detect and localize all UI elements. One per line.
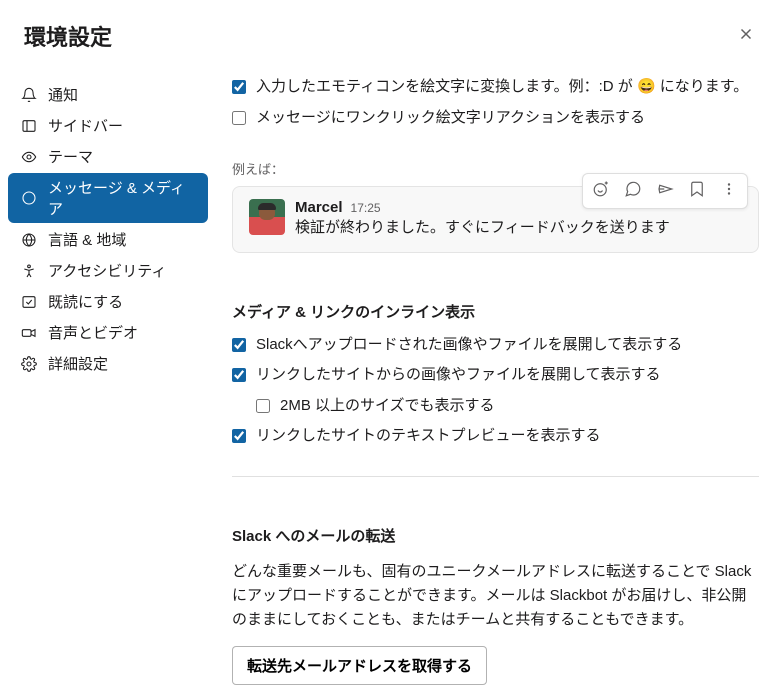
checkbox-label: Slackへアップロードされた画像やファイルを展開して表示する — [256, 334, 682, 357]
checkbox-label: メッセージにワンクリック絵文字リアクションを表示する — [256, 107, 645, 130]
accessibility-icon — [20, 262, 38, 280]
reply-thread-button[interactable] — [617, 176, 649, 206]
checkbox-label: リンクしたサイトのテキストプレビューを表示する — [256, 425, 601, 448]
sidebar-item-label: 既読にする — [48, 291, 123, 312]
checkbox-even-large[interactable]: 2MB 以上のサイズでも表示する — [232, 395, 759, 418]
add-reaction-icon — [592, 180, 610, 202]
message-preview: Marcel 17:25 検証が終わりました。すぐにフィードバックを送ります — [232, 186, 759, 253]
bookmark-button[interactable] — [681, 176, 713, 206]
chat-icon — [20, 189, 38, 207]
more-vertical-icon — [720, 180, 738, 202]
share-button[interactable] — [649, 176, 681, 206]
email-description: どんな重要メールも、固有のユニークメールアドレスに転送することで Slack に… — [232, 560, 759, 632]
message-text: 検証が終わりました。すぐにフィードバックを送ります — [295, 217, 742, 240]
checkbox-input[interactable] — [232, 338, 246, 352]
close-button[interactable] — [733, 21, 759, 51]
check-square-icon — [20, 293, 38, 311]
panel-icon — [20, 117, 38, 135]
checkbox-expand-linked[interactable]: リンクしたサイトからの画像やファイルを展開して表示する — [232, 364, 759, 387]
message-time: 17:25 — [351, 201, 381, 215]
sidebar-item-label: サイドバー — [48, 115, 123, 136]
sidebar-item-label: 詳細設定 — [48, 353, 108, 374]
avatar — [249, 199, 285, 235]
sidebar-item-label: 音声とビデオ — [48, 322, 138, 343]
share-icon — [656, 180, 674, 202]
checkbox-input[interactable] — [232, 80, 246, 94]
sidebar-item-mark-read[interactable]: 既読にする — [8, 287, 208, 316]
main-content: 入力したエモティコンを絵文字に変換します。例：:D が 😄 になります。 メッセ… — [208, 68, 775, 685]
gear-icon — [20, 355, 38, 373]
video-icon — [20, 324, 38, 342]
sidebar-item-sidebar[interactable]: サイドバー — [8, 111, 208, 140]
checkbox-expand-uploaded[interactable]: Slackへアップロードされた画像やファイルを展開して表示する — [232, 334, 759, 357]
sidebar-item-notifications[interactable]: 通知 — [8, 80, 208, 109]
sidebar-item-label: テーマ — [48, 146, 93, 167]
sidebar-item-label: 通知 — [48, 84, 78, 105]
sidebar-item-label: アクセシビリティ — [48, 260, 166, 281]
checkbox-input[interactable] — [232, 429, 246, 443]
checkbox-convert-emoticons[interactable]: 入力したエモティコンを絵文字に変換します。例：:D が 😄 になります。 — [232, 76, 759, 99]
sidebar-item-advanced[interactable]: 詳細設定 — [8, 349, 208, 378]
checkbox-show-preview[interactable]: リンクしたサイトのテキストプレビューを表示する — [232, 425, 759, 448]
divider — [232, 476, 759, 477]
close-icon — [737, 30, 755, 47]
add-reaction-button[interactable] — [585, 176, 617, 206]
checkbox-label: 2MB 以上のサイズでも表示する — [280, 395, 495, 418]
checkbox-label: 入力したエモティコンを絵文字に変換します。例：:D が 😄 になります。 — [256, 76, 748, 99]
checkbox-label: リンクしたサイトからの画像やファイルを展開して表示する — [256, 364, 661, 387]
message-author: Marcel — [295, 199, 343, 216]
page-title: 環境設定 — [24, 20, 112, 52]
checkbox-one-click-reactions[interactable]: メッセージにワンクリック絵文字リアクションを表示する — [232, 107, 759, 130]
thread-icon — [624, 180, 642, 202]
get-email-address-button[interactable]: 転送先メールアドレスを取得する — [232, 646, 487, 685]
message-toolbar — [582, 173, 748, 209]
more-actions-button[interactable] — [713, 176, 745, 206]
grinning-emoji: 😄 — [637, 78, 656, 95]
eye-icon — [20, 148, 38, 166]
sidebar-item-messages-media[interactable]: メッセージ & メディア — [8, 173, 208, 223]
sidebar-item-audio-video[interactable]: 音声とビデオ — [8, 318, 208, 347]
section-title-media: メディア & リンクのインライン表示 — [232, 301, 759, 322]
bookmark-icon — [688, 180, 706, 202]
section-title-email: Slack へのメールの転送 — [232, 525, 759, 546]
checkbox-input[interactable] — [232, 111, 246, 125]
sidebar-item-themes[interactable]: テーマ — [8, 142, 208, 171]
sidebar-item-accessibility[interactable]: アクセシビリティ — [8, 256, 208, 285]
checkbox-input[interactable] — [256, 399, 270, 413]
sidebar-item-label: 言語 & 地域 — [48, 229, 126, 250]
checkbox-input[interactable] — [232, 368, 246, 382]
sidebar-item-label: メッセージ & メディア — [48, 177, 196, 219]
sidebar-item-language[interactable]: 言語 & 地域 — [8, 225, 208, 254]
sidebar: 通知 サイドバー テーマ メッセージ & メディア 言語 & 地域 アクセシビリ… — [8, 68, 208, 685]
bell-icon — [20, 86, 38, 104]
globe-icon — [20, 231, 38, 249]
